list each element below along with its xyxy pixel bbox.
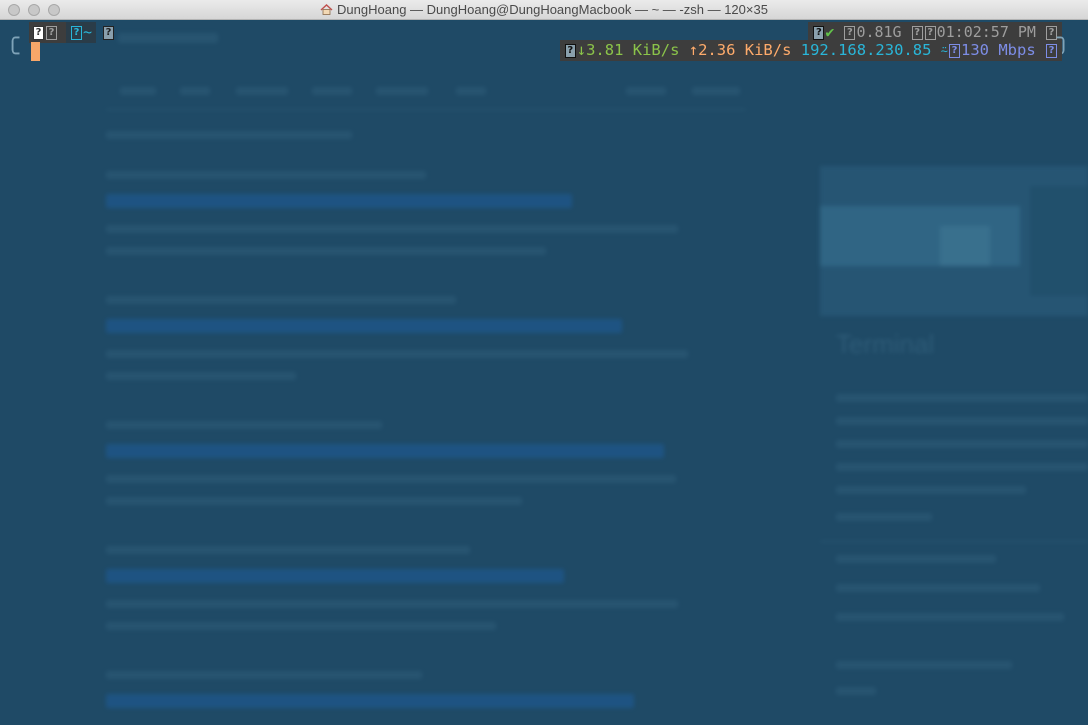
right-prompt-line2: ? ↓3.81 KiB/s ↑2.36 KiB/s 192.168.230.85 … xyxy=(559,40,1062,61)
prompt-dir-segment: ? ~ xyxy=(66,22,97,43)
line2-end-icon: ? xyxy=(1046,43,1057,58)
time-end-icon: ? xyxy=(1046,25,1057,40)
network-icon: ? xyxy=(564,43,576,58)
ip-address: 192.168.230.85 xyxy=(800,41,932,59)
download-rate: ↓3.81 KiB/s xyxy=(576,41,680,59)
clock-icon-2: ? xyxy=(924,25,936,40)
current-dir: ~ xyxy=(83,23,93,41)
prompt-end-icon: ? xyxy=(103,25,114,40)
terminal-area[interactable]: Terminal ╭ ╰ ?? ? ~ ? ? ✔ ? 0.81G ?? 01:02:5… xyxy=(0,21,1088,725)
memory-icon: ? xyxy=(844,25,856,40)
prompt-end-segment: ? xyxy=(102,22,115,43)
status-ok: ✔ xyxy=(825,23,835,41)
upload-rate: ↑2.36 KiB/s xyxy=(688,41,792,59)
link-icon: ? xyxy=(949,43,960,58)
window-title: DungHoang — DungHoang@DungHoangMacbook —… xyxy=(337,2,768,17)
clock-icon-1: ? xyxy=(911,25,923,40)
blurred-background: Terminal xyxy=(0,21,1088,725)
home-icon xyxy=(320,4,333,15)
lock-icon: ? xyxy=(46,25,57,40)
folder-icon: ? xyxy=(71,25,82,40)
wifi-icon: ⍨ xyxy=(940,44,948,58)
apple-icon: ? xyxy=(33,25,44,40)
link-speed: 130 Mbps xyxy=(961,41,1036,59)
title-bar: DungHoang — DungHoang@DungHoangMacbook —… xyxy=(0,0,1088,20)
prompt-frame-bottom-left: ╰ xyxy=(6,42,20,67)
window-title-wrap: DungHoang — DungHoang@DungHoangMacbook —… xyxy=(0,2,1088,17)
prompt-time: 01:02:57 PM xyxy=(936,23,1036,41)
status-icon: ? xyxy=(813,25,825,40)
text-cursor xyxy=(31,42,40,61)
memory-usage: 0.81G xyxy=(856,23,902,41)
